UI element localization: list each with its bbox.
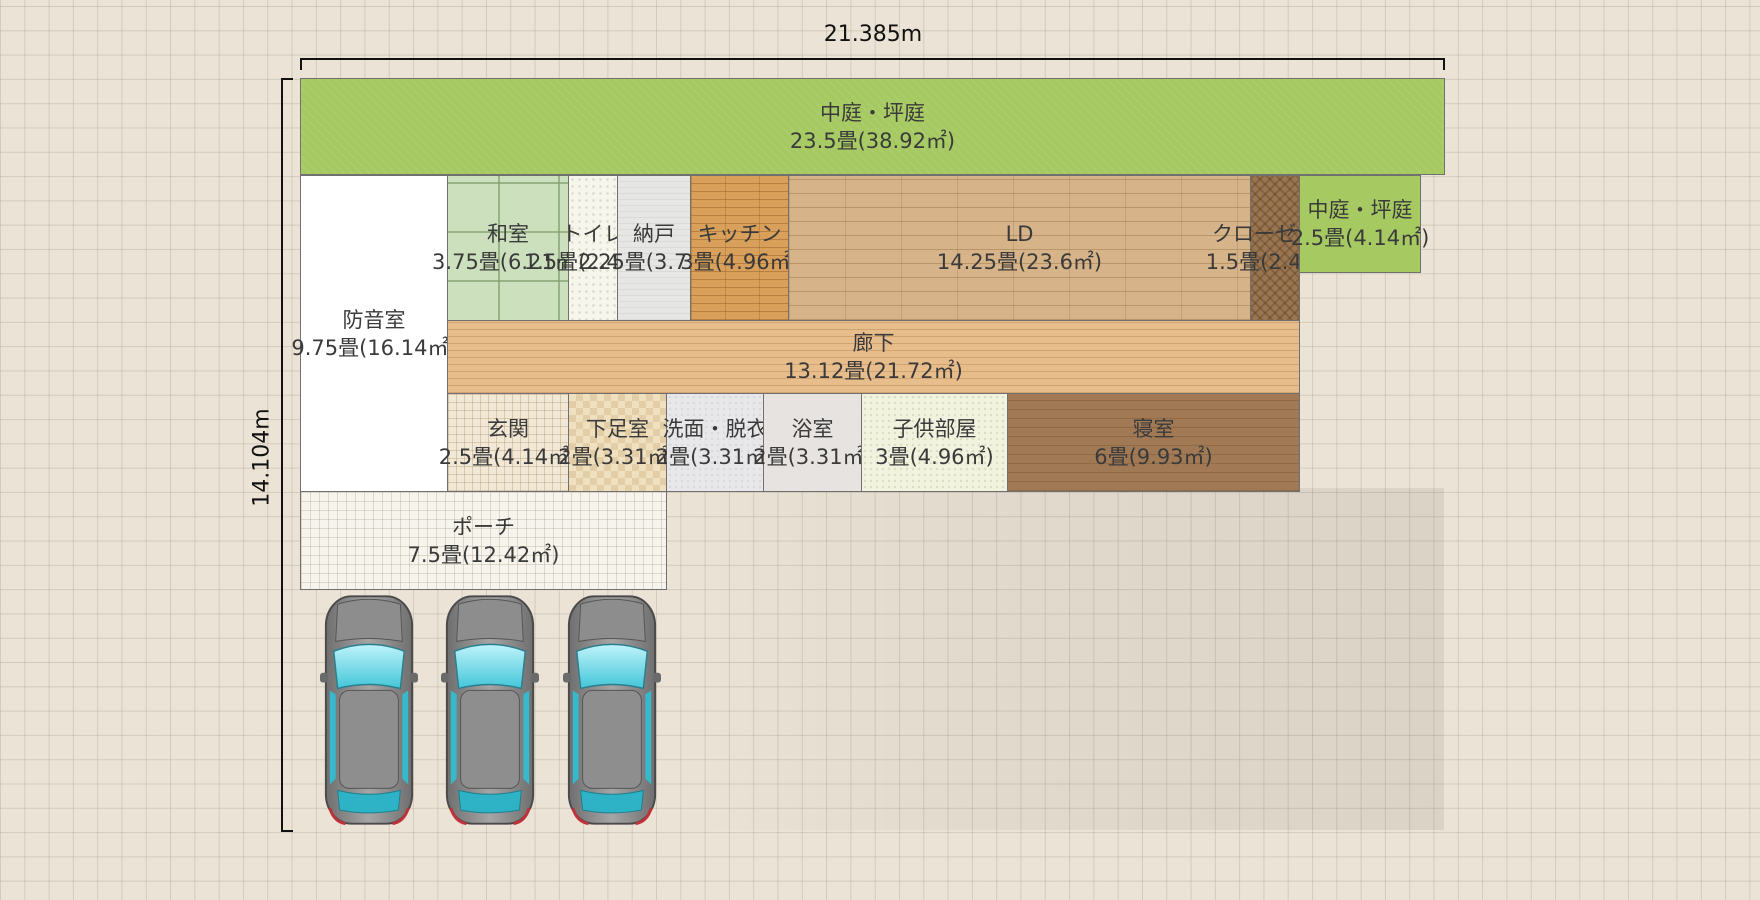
room-area: 6畳(9.93㎡) [1094,444,1213,469]
room-name: 防音室 [342,307,406,332]
room-area: 9.75畳(16.14㎡) [291,335,457,360]
dimension-width-label: 21.385m [823,22,923,47]
car-icon[interactable] [320,590,418,830]
room-name: 中庭・坪庭 [1307,198,1413,222]
room-area: 13.12畳(21.72㎡) [784,359,963,383]
room-courtyard-top[interactable]: 中庭・坪庭 23.5畳(38.92㎡) [300,78,1445,175]
room-kitchen[interactable]: キッチン 3畳(4.96㎡) [680,175,799,321]
room-genkan[interactable]: 玄関 2.5畳(4.14㎡) [439,393,577,492]
room-kids[interactable]: 子供部屋 3畳(4.96㎡) [861,393,1008,492]
room-name: 納戸 [633,222,675,246]
dimension-height-line [281,78,283,832]
car-icon[interactable] [563,590,661,830]
room-area: 2畳(3.31㎡) [753,444,872,469]
room-name: 洗面・脱衣 [662,416,768,441]
room-name: 下足室 [586,416,649,441]
room-area: 3畳(4.96㎡) [875,444,994,469]
room-name: トイレ [561,222,625,246]
room-soundproof[interactable]: 防音室 9.75畳(16.14㎡) [291,175,457,492]
room-name: ポーチ [452,514,515,539]
dimension-width-tick-left [300,58,302,70]
site-shadow [665,488,1444,830]
room-washroom[interactable]: 洗面・脱衣 2畳(3.31㎡) [656,393,774,492]
dimension-width-line [300,58,1445,60]
room-name: キッチン [697,222,782,246]
room-bedroom[interactable]: 寝室 6畳(9.93㎡) [1007,393,1300,492]
room-name: 浴室 [791,416,834,441]
dimension-height-tick-top [281,78,293,80]
room-area: 7.5畳(12.42㎡) [407,542,560,567]
room-porch[interactable]: ポーチ 7.5畳(12.42㎡) [300,491,667,590]
room-area: 23.5畳(38.92㎡) [789,128,956,153]
room-area: 2.5畳(4.14㎡) [438,444,578,469]
room-name: LD [1005,222,1034,246]
room-name: 中庭・坪庭 [820,100,925,125]
room-ld[interactable]: LD 14.25畳(23.6㎡) [788,175,1251,321]
room-name: 寝室 [1132,416,1175,441]
car-icon[interactable] [441,590,539,830]
dimension-height-tick-bottom [281,830,293,832]
room-name: 和室 [487,222,529,246]
dimension-width-tick-right [1443,58,1445,70]
room-name: 玄関 [487,416,529,441]
room-name: 廊下 [852,331,895,355]
dimension-height-label: 14.104m [249,408,275,507]
room-area: 2.5畳(4.14㎡) [1290,226,1430,250]
room-bathroom[interactable]: 浴室 2畳(3.31㎡) [753,393,872,492]
room-courtyard-small[interactable]: 中庭・坪庭 2.5畳(4.14㎡) [1291,175,1429,273]
room-area: 14.25畳(23.6㎡) [936,250,1103,274]
room-shoe-room[interactable]: 下足室 2畳(3.31㎡) [558,393,677,492]
room-name: 子供部屋 [892,416,977,441]
room-hallway[interactable]: 廊下 13.12畳(21.72㎡) [447,320,1300,394]
room-area: 3畳(4.96㎡) [680,250,799,274]
